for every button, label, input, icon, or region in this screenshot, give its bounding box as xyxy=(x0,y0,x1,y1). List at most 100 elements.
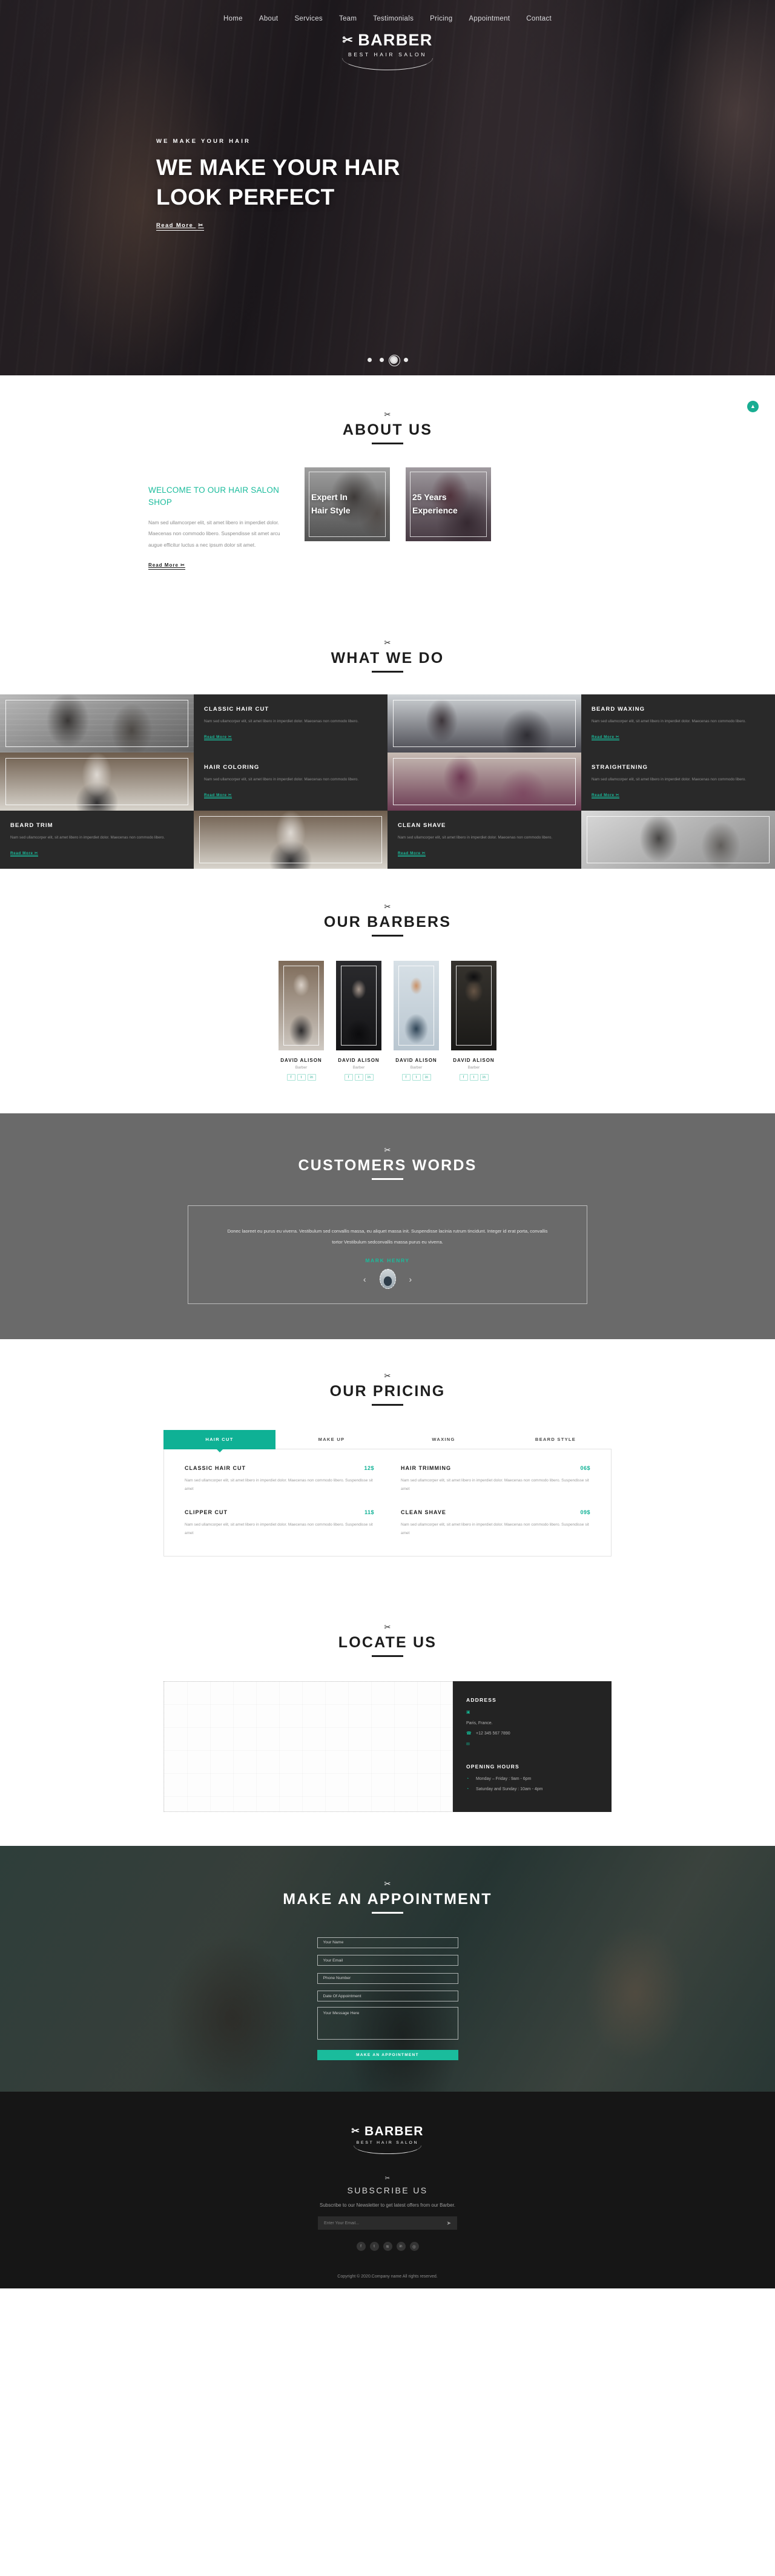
nav-item-testimonials[interactable]: Testimonials xyxy=(373,15,414,22)
slider-dot-2[interactable] xyxy=(379,358,384,362)
about-card-line2: Hair Style xyxy=(311,506,351,515)
service-title: HAIR COLORING xyxy=(204,764,260,771)
facebook-icon[interactable]: f xyxy=(356,2242,366,2252)
barber-card[interactable]: DAVID ALISON Barber f t in xyxy=(336,961,381,1081)
service-read-more-button[interactable]: Read More ✂ xyxy=(592,735,619,741)
scissors-icon: ✂ xyxy=(615,793,619,798)
facebook-icon[interactable]: f xyxy=(344,1074,353,1081)
service-title: BEARD WAXING xyxy=(592,706,645,713)
date-input[interactable] xyxy=(317,1991,458,2002)
make-appointment-button[interactable]: MAKE AN APPOINTMENT xyxy=(317,2050,458,2061)
slider-dot-3[interactable] xyxy=(388,355,400,366)
barbers-section: ✂ OUR BARBERS DAVID ALISON Barber f t in… xyxy=(0,869,775,1114)
service-image-cell xyxy=(581,811,775,869)
linkedin-icon[interactable]: in xyxy=(480,1074,489,1081)
slider-dot-4[interactable] xyxy=(403,358,408,362)
nav-item-contact[interactable]: Contact xyxy=(526,15,552,22)
name-input[interactable] xyxy=(317,1937,458,1948)
map-embed[interactable] xyxy=(163,1681,453,1813)
price-item-header: HAIR TRIMMING 06$ xyxy=(401,1465,590,1471)
site-logo[interactable]: ✂ BARBER BEST HAIR SALON xyxy=(0,31,775,70)
next-arrow-icon[interactable]: › xyxy=(409,1275,412,1283)
nav-item-team[interactable]: Team xyxy=(339,15,357,22)
barber-name: DAVID ALISON xyxy=(338,1058,380,1064)
scissors-icon: ✂ xyxy=(384,410,391,419)
price-item: HAIR TRIMMING 06$ Nam sed ullamcorper el… xyxy=(401,1465,590,1494)
twitter-icon[interactable]: t xyxy=(297,1074,306,1081)
service-read-more-button[interactable]: Read More ✂ xyxy=(398,851,426,857)
message-textarea[interactable] xyxy=(317,2007,458,2040)
pricing-tabs: HAIR CUT MAKE UP WAXING BEARD STYLE xyxy=(163,1430,612,1450)
service-image-cell xyxy=(388,753,581,811)
services-grid: CLASSIC HAIR CUT Nam sed ullamcorper eli… xyxy=(0,694,775,869)
about-card-caption: 25 Years Experience xyxy=(412,491,458,517)
scissors-icon: ✂ xyxy=(384,1145,391,1155)
facebook-icon[interactable]: f xyxy=(459,1074,468,1081)
price-item-name: CLIPPER CUT xyxy=(185,1509,228,1516)
tab-hair-cut[interactable]: HAIR CUT xyxy=(163,1430,275,1450)
send-icon[interactable]: ➤ xyxy=(446,2220,451,2227)
tab-make-up[interactable]: MAKE UP xyxy=(275,1430,388,1450)
hero-read-more-button[interactable]: Read More ✂ xyxy=(156,222,204,231)
price-item-header: CLIPPER CUT 11$ xyxy=(185,1509,374,1515)
hero-slider-dots xyxy=(0,355,775,366)
barber-card[interactable]: DAVID ALISON Barber f t in xyxy=(279,961,324,1081)
subscribe-email-input[interactable] xyxy=(324,2221,447,2225)
footer-logo[interactable]: ✂ BARBER BEST HAIR SALON xyxy=(0,2124,775,2155)
facebook-icon[interactable]: f xyxy=(401,1074,411,1081)
nav-item-services[interactable]: Services xyxy=(294,15,323,22)
about-card-experience[interactable]: 25 Years Experience xyxy=(406,467,491,541)
linkedin-icon[interactable]: in xyxy=(364,1074,374,1081)
price-item: CLIPPER CUT 11$ Nam sed ullamcorper elit… xyxy=(185,1509,374,1538)
nav-item-pricing[interactable]: Pricing xyxy=(430,15,452,22)
footer-socials: f t ≋ in ◎ xyxy=(0,2242,775,2252)
linkedin-icon[interactable]: in xyxy=(307,1074,316,1081)
service-read-more-button[interactable]: Read More ✂ xyxy=(592,793,619,799)
twitter-icon[interactable]: t xyxy=(412,1074,421,1081)
price-item-desc: Nam sed ullamcorper elit, sit amet liber… xyxy=(185,1478,373,1492)
barber-card[interactable]: DAVID ALISON Barber f t in xyxy=(451,961,496,1081)
phone-input[interactable] xyxy=(317,1972,458,1984)
scroll-to-top-button[interactable]: ▲ xyxy=(747,401,759,412)
hero-title-line1: WE MAKE YOUR HAIR xyxy=(156,155,400,180)
service-image-cell xyxy=(0,753,194,811)
barber-socials: f t in xyxy=(394,1074,439,1081)
scissors-icon: ✂ xyxy=(384,902,391,912)
twitter-icon[interactable]: t xyxy=(469,1074,478,1081)
service-image-cell xyxy=(0,694,194,753)
about-heading: ABOUT US xyxy=(343,421,432,444)
service-read-more-button[interactable]: Read More ✂ xyxy=(10,851,38,857)
prev-arrow-icon[interactable]: ‹ xyxy=(363,1275,366,1283)
nav-item-appointment[interactable]: Appointment xyxy=(469,15,510,22)
phone-row: ☎ +12 345 567 7890 xyxy=(466,1731,598,1738)
service-image-cell xyxy=(194,811,388,869)
about-card-expert[interactable]: Expert In Hair Style xyxy=(305,467,390,541)
nav-item-about[interactable]: About xyxy=(259,15,279,22)
about-subheading: WELCOME TO OUR HAIR SALON SHOP xyxy=(148,486,280,507)
logo-name: BARBER xyxy=(358,31,433,49)
scissors-icon: ✂ xyxy=(615,735,619,740)
about-read-more-button[interactable]: Read More ✂ xyxy=(148,562,185,570)
service-read-more-button[interactable]: Read More ✂ xyxy=(204,735,232,741)
chevron-up-icon: ▲ xyxy=(750,403,756,409)
address-row: Paris, France. xyxy=(466,1721,598,1727)
service-title: BEARD TRIM xyxy=(10,822,53,829)
image-frame xyxy=(5,758,188,806)
linkedin-icon[interactable]: in xyxy=(422,1074,431,1081)
tab-beard-style[interactable]: BEARD STYLE xyxy=(500,1430,612,1450)
dribbble-icon[interactable]: ◎ xyxy=(409,2242,419,2252)
tab-waxing[interactable]: WAXING xyxy=(388,1430,500,1450)
email-input[interactable] xyxy=(317,1955,458,1966)
barber-card[interactable]: DAVID ALISON Barber f t in xyxy=(394,961,439,1081)
rss-icon[interactable]: ≋ xyxy=(383,2242,392,2252)
service-card-straightening: STRAIGHTENING Nam sed ullamcorper elit, … xyxy=(581,753,775,811)
logo-tagline: BEST HAIR SALON xyxy=(356,2141,419,2146)
slider-dot-1[interactable] xyxy=(367,358,372,362)
service-read-more-button[interactable]: Read More ✂ xyxy=(204,793,232,799)
linkedin-icon[interactable]: in xyxy=(396,2242,406,2252)
twitter-icon[interactable]: t xyxy=(354,1074,363,1081)
subscribe-form: ➤ xyxy=(318,2216,457,2230)
twitter-icon[interactable]: t xyxy=(369,2242,379,2252)
nav-item-home[interactable]: Home xyxy=(223,15,243,22)
facebook-icon[interactable]: f xyxy=(286,1074,295,1081)
